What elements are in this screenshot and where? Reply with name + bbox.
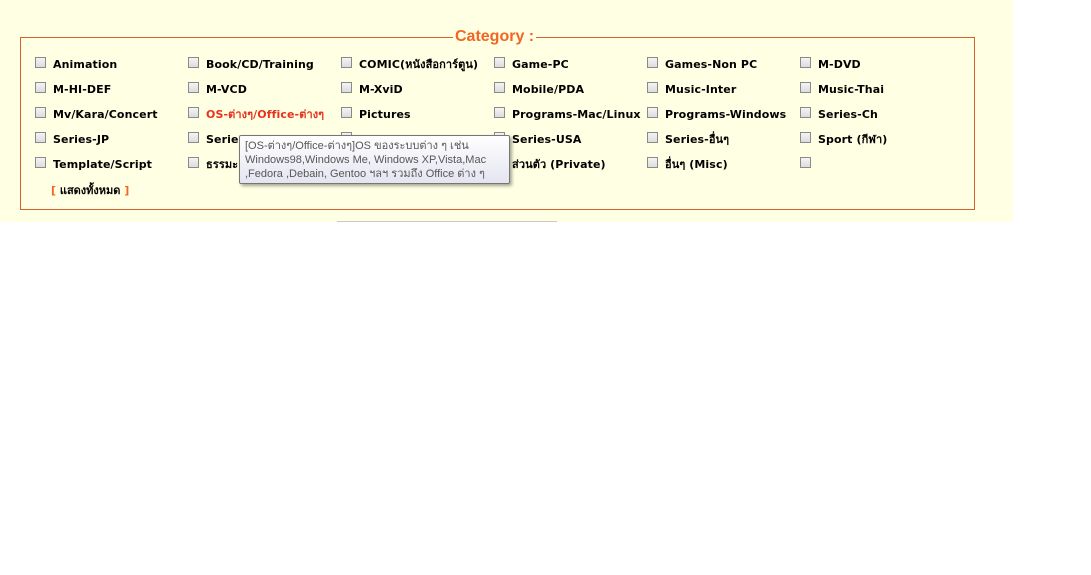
category-label: ธรรมะ xyxy=(206,158,239,171)
category-label: Programs-Mac/Linux xyxy=(512,107,641,121)
category-label: M-HI-DEF xyxy=(53,82,112,96)
category-label: Series-JP xyxy=(53,132,110,146)
category-checkbox[interactable] xyxy=(647,156,658,168)
category-item[interactable]: M-XviD xyxy=(341,81,403,97)
category-checkbox[interactable] xyxy=(494,106,505,118)
category-checkbox[interactable] xyxy=(188,56,199,68)
category-item[interactable]: Series-อื่นๆ xyxy=(647,131,729,147)
category-item[interactable]: Animation xyxy=(35,56,117,72)
show-all-label: แสดงทั้งหมด xyxy=(59,184,121,197)
category-tooltip: [OS-ต่างๆ/Office-ต่างๆ]OS ของระบบต่าง ๆ … xyxy=(239,135,510,184)
category-checkbox[interactable] xyxy=(188,106,199,118)
tooltip-line-1: [OS-ต่างๆ/Office-ต่างๆ]OS ของระบบต่าง ๆ … xyxy=(245,140,469,152)
category-label: Pictures xyxy=(359,107,411,121)
category-item[interactable]: OS-ต่างๆ/Office-ต่างๆ xyxy=(188,106,324,122)
category-item[interactable]: Game-PC xyxy=(494,56,569,72)
category-item[interactable]: Series xyxy=(188,131,245,147)
category-checkbox[interactable] xyxy=(35,56,46,68)
category-checkbox[interactable] xyxy=(647,131,658,143)
category-label: M-VCD xyxy=(206,82,247,96)
category-label: OS-ต่างๆ/Office-ต่างๆ xyxy=(206,108,325,121)
tooltip-line-3: ,Fedora ,Debain, Gentoo ฯลฯ รวมถึง Offic… xyxy=(245,168,485,180)
category-checkbox[interactable] xyxy=(188,131,199,143)
category-label: Mv/Kara/Concert xyxy=(53,107,158,121)
category-item[interactable]: M-DVD xyxy=(800,56,861,72)
category-checkbox[interactable] xyxy=(647,106,658,118)
category-checkbox[interactable] xyxy=(341,106,352,118)
category-label: อื่นๆ (Misc) xyxy=(665,158,728,171)
category-item[interactable]: Sport (กีฬา) xyxy=(800,131,887,147)
show-all-close-bracket: ] xyxy=(120,184,130,197)
divider-line xyxy=(337,221,557,222)
category-label: Music-Thai xyxy=(818,82,885,96)
category-label: Template/Script xyxy=(53,157,153,171)
category-checkbox[interactable] xyxy=(800,156,811,168)
category-label: Game-PC xyxy=(512,57,569,71)
category-item[interactable]: Mobile/PDA xyxy=(494,81,584,97)
category-item[interactable]: Mv/Kara/Concert xyxy=(35,106,158,122)
category-item[interactable]: M-HI-DEF xyxy=(35,81,111,97)
category-item[interactable]: Pictures xyxy=(341,106,411,122)
category-item[interactable]: ธรรมะ xyxy=(188,156,238,172)
category-item[interactable]: Series-JP xyxy=(35,131,109,147)
category-item[interactable]: อื่นๆ (Misc) xyxy=(647,156,728,172)
category-checkbox[interactable] xyxy=(647,81,658,93)
category-legend: Category : xyxy=(455,28,535,45)
category-item[interactable]: Programs-Mac/Linux xyxy=(494,106,641,122)
category-item[interactable]: COMIC(หนังสือการ์ตูน) xyxy=(341,56,478,72)
category-checkbox[interactable] xyxy=(494,81,505,93)
category-label: Mobile/PDA xyxy=(512,82,585,96)
category-item[interactable]: Series-Ch xyxy=(800,106,878,122)
category-item[interactable]: Games-Non PC xyxy=(647,56,757,72)
category-checkbox[interactable] xyxy=(35,81,46,93)
category-item[interactable] xyxy=(800,156,818,172)
category-label: Music-Inter xyxy=(665,82,737,96)
category-label: ส่วนตัว (Private) xyxy=(512,158,606,171)
category-checkbox[interactable] xyxy=(341,81,352,93)
category-label: M-DVD xyxy=(818,57,861,71)
category-checkbox[interactable] xyxy=(800,131,811,143)
category-checkbox[interactable] xyxy=(35,131,46,143)
category-checkbox[interactable] xyxy=(35,106,46,118)
category-item[interactable]: Programs-Windows xyxy=(647,106,786,122)
category-item[interactable]: Template/Script xyxy=(35,156,152,172)
category-label: Series-USA xyxy=(512,132,582,146)
category-item[interactable]: M-VCD xyxy=(188,81,247,97)
category-panel: Category : Animation Book/CD/Training COMI… xyxy=(0,0,1013,222)
category-checkbox[interactable] xyxy=(800,56,811,68)
category-label: Games-Non PC xyxy=(665,57,758,71)
category-checkbox[interactable] xyxy=(35,156,46,168)
category-checkbox[interactable] xyxy=(800,81,811,93)
category-label: M-XviD xyxy=(359,82,403,96)
show-all-open-bracket: [ xyxy=(51,184,60,197)
category-label: Series-Ch xyxy=(818,107,878,121)
category-label: Book/CD/Training xyxy=(206,57,314,71)
category-label: COMIC(หนังสือการ์ตูน) xyxy=(359,58,479,71)
category-checkbox[interactable] xyxy=(341,56,352,68)
category-checkbox[interactable] xyxy=(647,56,658,68)
category-label: Series-อื่นๆ xyxy=(665,133,730,146)
category-item[interactable]: ส่วนตัว (Private) xyxy=(494,156,606,172)
category-item[interactable]: Music-Inter xyxy=(647,81,736,97)
category-checkbox[interactable] xyxy=(494,56,505,68)
show-all-link[interactable]: [ แสดงทั้งหมด ] xyxy=(51,181,129,199)
category-checkbox[interactable] xyxy=(188,81,199,93)
category-item[interactable]: Music-Thai xyxy=(800,81,884,97)
category-label: Programs-Windows xyxy=(665,107,787,121)
tooltip-line-2: Windows98,Windows Me, Windows XP,Vista,M… xyxy=(245,154,487,166)
category-label: Sport (กีฬา) xyxy=(818,133,888,146)
category-checkbox[interactable] xyxy=(188,156,199,168)
category-label: Animation xyxy=(53,57,118,71)
category-checkbox[interactable] xyxy=(800,106,811,118)
category-item[interactable]: Book/CD/Training xyxy=(188,56,314,72)
